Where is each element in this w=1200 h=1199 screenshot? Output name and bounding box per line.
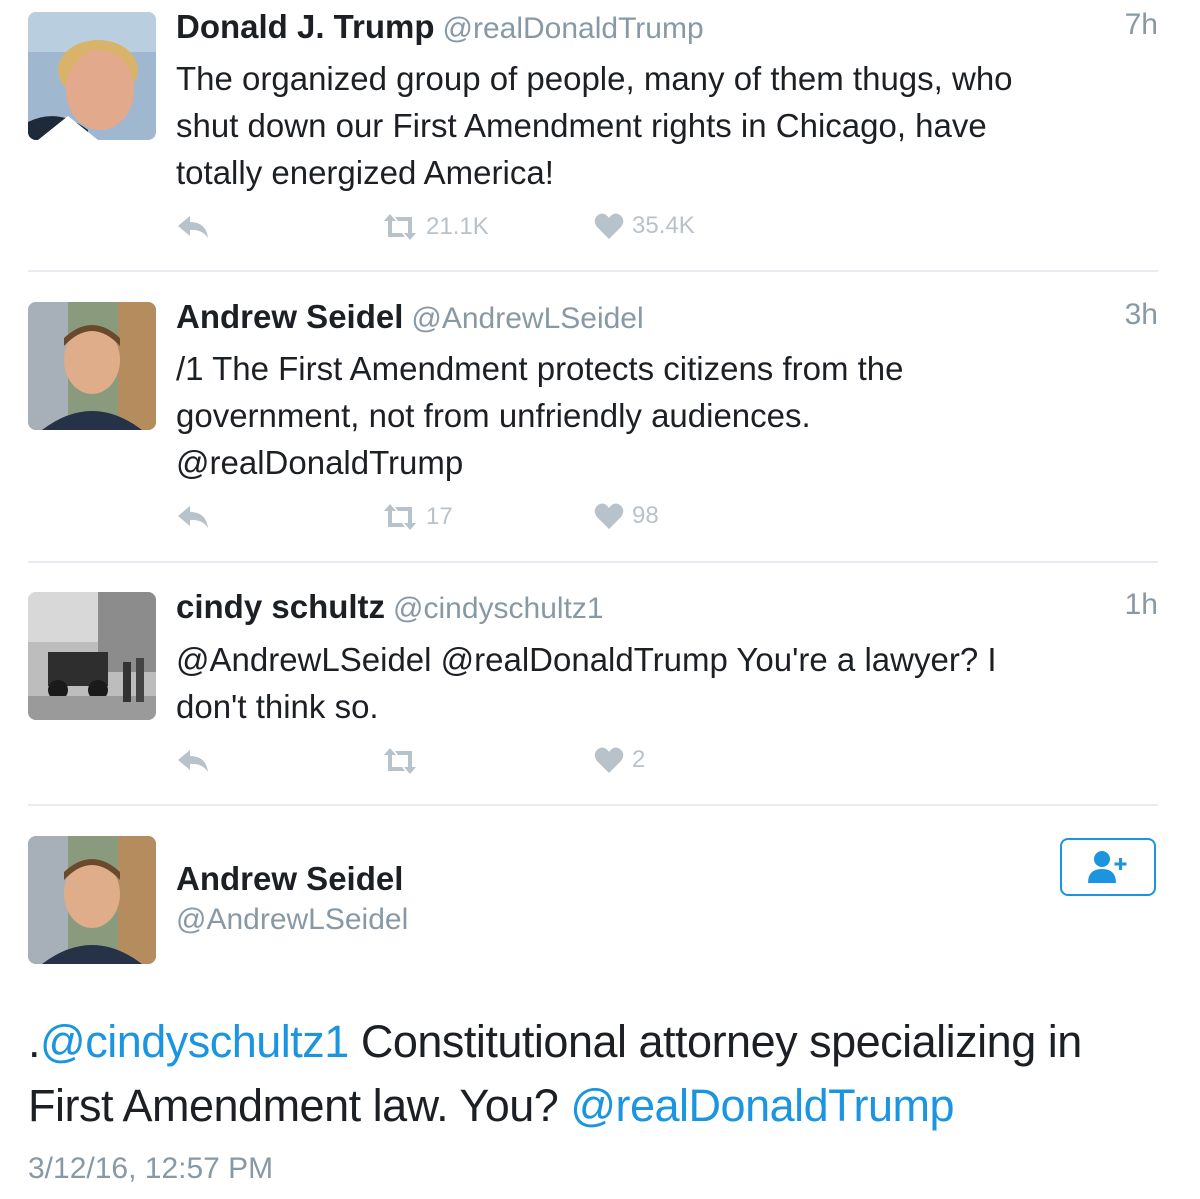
author-name[interactable]: cindy schultz (176, 588, 385, 625)
like-count: 98 (632, 502, 659, 529)
author-name[interactable]: Andrew Seidel (176, 298, 403, 335)
reply-icon (178, 506, 208, 528)
avatar-seidel-image (28, 836, 156, 964)
add-user-icon (1088, 851, 1127, 883)
author-handle[interactable]: @cindyschultz1 (393, 592, 604, 625)
tweet-actions: 2 (176, 746, 876, 786)
heart-icon (594, 747, 624, 773)
reply-button[interactable] (176, 212, 210, 242)
retweet-icon (384, 214, 416, 240)
tweet-time[interactable]: 1h (1125, 588, 1158, 622)
retweet-button[interactable] (382, 746, 426, 776)
heart-icon (594, 503, 624, 529)
retweet-count: 21.1K (426, 213, 489, 240)
divider (28, 270, 1158, 272)
author-handle[interactable]: @AndrewLSeidel (411, 302, 643, 335)
author-handle[interactable]: @realDonaldTrump (443, 12, 704, 45)
follow-button[interactable] (1060, 838, 1156, 896)
retweet-icon (384, 504, 416, 530)
mention-link[interactable]: @cindyschultz1 (40, 1016, 349, 1067)
avatar[interactable] (28, 12, 156, 140)
reply-icon (178, 750, 208, 772)
heart-icon (594, 213, 624, 239)
avatar[interactable] (28, 592, 156, 720)
like-button[interactable]: 98 (594, 502, 659, 530)
tweet-text: @AndrewLSeidel @realDonaldTrump You're a… (176, 641, 997, 725)
retweet-button[interactable]: 21.1K (382, 212, 489, 242)
reply-button[interactable] (176, 502, 210, 532)
avatar-trump-image (28, 12, 156, 140)
like-button[interactable]: 35.4K (594, 212, 695, 240)
author-name[interactable]: Donald J. Trump (176, 8, 435, 45)
retweet-button[interactable]: 17 (382, 502, 453, 532)
tweet-text: The organized group of people, many of t… (176, 60, 1013, 191)
retweet-icon (384, 748, 416, 774)
tweet-time[interactable]: 7h (1125, 8, 1158, 42)
reply-icon (178, 216, 208, 238)
author-handle[interactable]: @AndrewLSeidel (176, 903, 408, 937)
divider (28, 561, 1158, 563)
reply-button[interactable] (176, 746, 210, 776)
avatar[interactable] (28, 302, 156, 430)
tweet-text: .@cindyschultz1 Constitutional attorney … (28, 1010, 1168, 1138)
like-count: 35.4K (632, 212, 695, 239)
divider (28, 804, 1158, 806)
avatar-schultz-image (28, 592, 156, 720)
mention-link[interactable]: @realDonaldTrump (570, 1080, 954, 1131)
tweet-text: /1 The First Amendment protects citizens… (176, 350, 904, 481)
like-count: 2 (632, 746, 646, 773)
like-button[interactable]: 2 (594, 746, 645, 774)
retweet-count: 17 (426, 503, 453, 530)
tweet-datetime[interactable]: 3/12/16, 12:57 PM (28, 1152, 273, 1186)
avatar[interactable] (28, 836, 156, 964)
author-name[interactable]: Andrew Seidel (176, 860, 403, 898)
text-prefix: . (28, 1016, 41, 1067)
avatar-seidel-image (28, 302, 156, 430)
tweet-actions: 21.1K 35.4K (176, 212, 876, 252)
tweet-time[interactable]: 3h (1125, 298, 1158, 332)
tweet-actions: 17 98 (176, 502, 876, 542)
